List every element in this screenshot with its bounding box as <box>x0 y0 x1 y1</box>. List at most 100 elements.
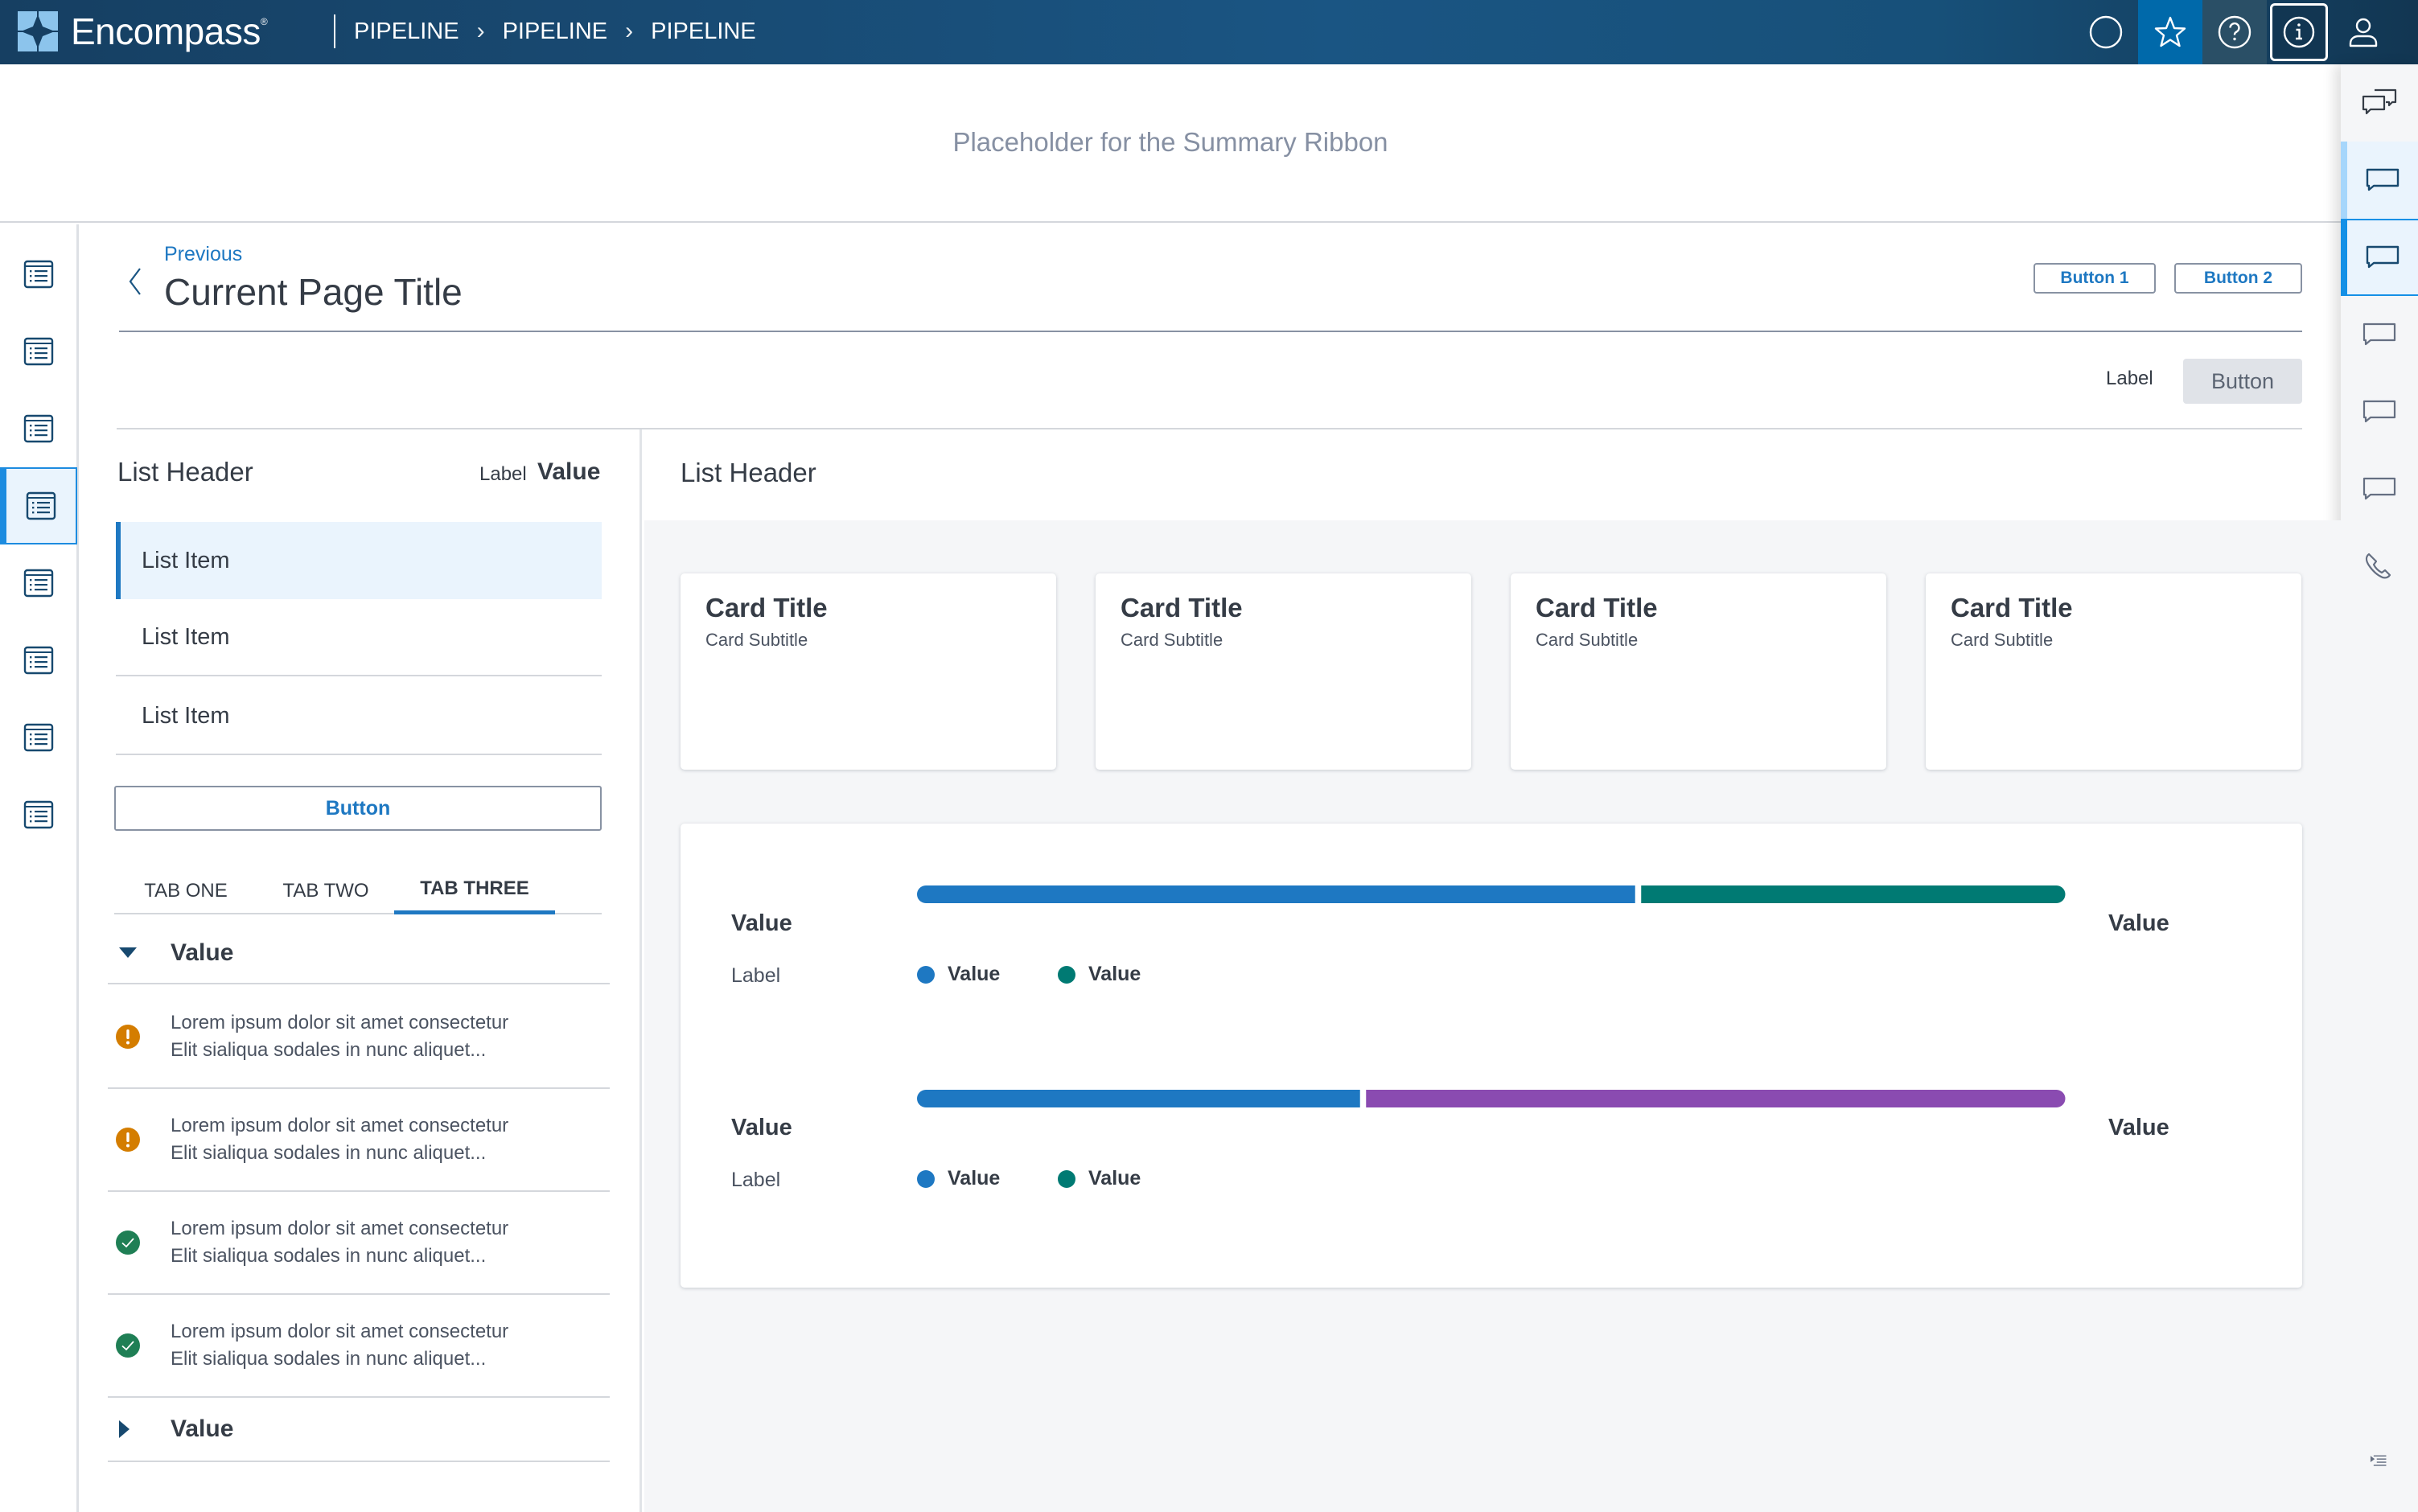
bar-segment[interactable] <box>917 1090 1360 1107</box>
success-check-icon <box>108 1333 148 1358</box>
left-nav-rail <box>0 224 79 1512</box>
bar-segment[interactable] <box>1641 885 2066 903</box>
left-rail-item[interactable] <box>0 544 77 622</box>
accordion-label: Value <box>171 1415 234 1442</box>
previous-link[interactable]: Previous <box>164 243 242 266</box>
card-title: Card Title <box>1951 593 2073 622</box>
chevron-right-icon: › <box>625 18 634 44</box>
list-header-value: Value <box>537 458 601 485</box>
expand-panel-icon <box>2370 1455 2387 1466</box>
list-item[interactable]: List Item <box>116 522 602 599</box>
title-divider <box>119 331 2302 332</box>
favorites-button[interactable] <box>2138 0 2202 64</box>
bar-segment[interactable] <box>917 885 1635 903</box>
chevron-right-icon: › <box>476 18 485 44</box>
list-window-icon <box>23 414 54 443</box>
rail-comment-button-1[interactable] <box>2341 142 2418 219</box>
button-2[interactable]: Button 2 <box>2174 263 2302 294</box>
list-window-icon <box>23 723 54 752</box>
list-header-label: Label <box>479 463 527 485</box>
right-rail <box>2341 64 2418 1512</box>
phone-icon <box>2365 553 2391 579</box>
warning-icon <box>108 1024 148 1050</box>
comment-icon <box>2366 168 2399 191</box>
rail-comment-button-3[interactable] <box>2341 296 2418 373</box>
card-subtitle: Card Subtitle <box>1951 630 2054 650</box>
info-icon <box>2283 16 2315 48</box>
message-item[interactable]: Lorem ipsum dolor sit amet consectetur El… <box>108 1295 610 1398</box>
toolbar-button[interactable]: Button <box>2183 359 2302 404</box>
card[interactable]: Card Title Card Subtitle <box>1096 573 1471 770</box>
message-item[interactable]: Lorem ipsum dolor sit amet consectetur El… <box>108 1192 610 1295</box>
list-button[interactable]: Button <box>114 786 602 831</box>
card[interactable]: Card Title Card Subtitle <box>1511 573 1886 770</box>
left-rail-item[interactable] <box>0 390 77 467</box>
caret-down-icon <box>108 947 148 959</box>
breadcrumb-item[interactable]: PIPELINE <box>651 18 756 45</box>
user-button[interactable] <box>2331 0 2395 64</box>
top-header: Encompass® PIPELINE › PIPELINE › PIPELIN… <box>0 0 2418 64</box>
info-button[interactable] <box>2270 3 2328 61</box>
chart-card: Value Label Value Value Value Value Labe… <box>681 824 2302 1288</box>
summary-ribbon-placeholder: Placeholder for the Summary Ribbon <box>952 127 1388 157</box>
list-item[interactable]: List Item <box>116 678 602 755</box>
tab-two[interactable]: TAB TWO <box>257 868 394 914</box>
card[interactable]: Card Title Card Subtitle <box>1926 573 2301 770</box>
breadcrumb-item[interactable]: PIPELINE <box>503 18 608 45</box>
list-item[interactable]: List Item <box>116 599 602 676</box>
card-subtitle: Card Subtitle <box>705 630 808 650</box>
accordion-header-expanded[interactable]: Value <box>108 923 610 984</box>
left-rail-item[interactable] <box>0 622 77 699</box>
message-item[interactable]: Lorem ipsum dolor sit amet consectetur El… <box>108 1089 610 1192</box>
success-check-icon <box>108 1230 148 1255</box>
message-item[interactable]: Lorem ipsum dolor sit amet consectetur El… <box>108 986 610 1089</box>
left-rail-item[interactable] <box>0 467 77 544</box>
message-text: Lorem ipsum dolor sit amet consectetur El… <box>171 1012 509 1061</box>
left-rail-item[interactable] <box>0 776 77 853</box>
summary-ribbon: Placeholder for the Summary Ribbon <box>0 64 2341 223</box>
left-panel: List Header Label Value List Item List I… <box>79 429 642 1512</box>
conversations-icon <box>2362 88 2397 115</box>
breadcrumb-item[interactable]: PIPELINE <box>354 18 459 45</box>
brand-name: Encompass® <box>71 10 268 52</box>
message-text: Lorem ipsum dolor sit amet consectetur El… <box>171 1115 509 1164</box>
comment-icon <box>2362 323 2396 346</box>
left-rail-item[interactable] <box>0 699 77 776</box>
conversations-button[interactable] <box>2341 64 2418 142</box>
stacked-bars <box>917 885 2066 1107</box>
star-icon <box>2154 16 2186 47</box>
list-window-icon <box>23 569 54 598</box>
list-window-icon <box>23 646 54 675</box>
card[interactable]: Card Title Card Subtitle <box>681 573 1056 770</box>
comment-icon <box>2366 245 2399 269</box>
tab-bar: TAB ONE TAB TWO TAB THREE <box>114 868 602 914</box>
card-title: Card Title <box>1536 593 1658 622</box>
list-window-icon <box>23 800 54 829</box>
help-icon <box>2218 15 2251 49</box>
back-chevron-icon[interactable] <box>127 265 143 298</box>
phone-button[interactable] <box>2341 528 2418 605</box>
comment-icon <box>2362 477 2396 500</box>
help-button[interactable] <box>2202 0 2267 64</box>
bar-segment[interactable] <box>1366 1090 2066 1107</box>
message-text: Lorem ipsum dolor sit amet consectetur El… <box>171 1321 509 1370</box>
tab-three[interactable]: TAB THREE <box>394 868 555 914</box>
card-title: Card Title <box>705 593 828 622</box>
tab-one[interactable]: TAB ONE <box>114 868 257 914</box>
left-rail-item[interactable] <box>0 236 77 313</box>
left-rail-item[interactable] <box>0 313 77 390</box>
expand-panel-button[interactable] <box>2341 1424 2418 1501</box>
circle-button[interactable] <box>2074 0 2138 64</box>
accordion-label: Value <box>171 939 234 966</box>
breadcrumb-divider <box>334 14 335 48</box>
encompass-logo-icon[interactable] <box>18 11 58 51</box>
card-subtitle: Card Subtitle <box>1536 630 1639 650</box>
breadcrumb: PIPELINE › PIPELINE › PIPELINE <box>354 18 756 45</box>
accordion-header-collapsed[interactable]: Value <box>108 1398 610 1462</box>
rail-comment-button-4[interactable] <box>2341 373 2418 450</box>
button-1[interactable]: Button 1 <box>2034 263 2156 294</box>
rail-comment-button-2[interactable] <box>2341 219 2418 296</box>
list-window-icon <box>23 337 54 366</box>
rail-comment-button-5[interactable] <box>2341 450 2418 528</box>
card-subtitle: Card Subtitle <box>1121 630 1223 650</box>
